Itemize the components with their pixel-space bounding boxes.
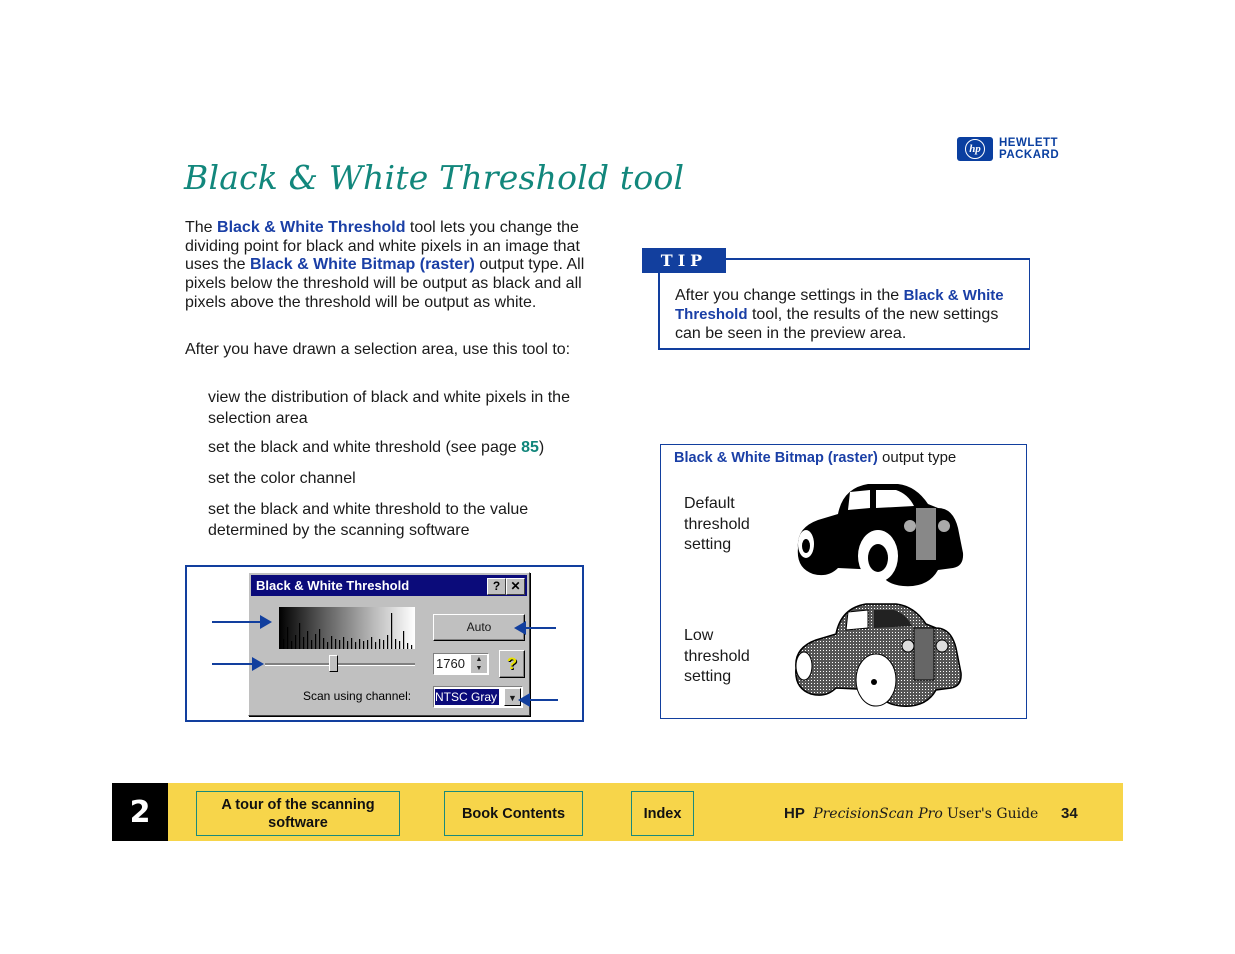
histogram-bar [375,642,377,649]
histogram-bar [319,629,321,649]
histogram-bar [403,631,405,649]
callout-arrow-auto [514,621,556,635]
histogram-bar [407,643,409,649]
histogram-bar [283,639,285,649]
chapter-number: 2 [112,783,168,841]
histogram-bar [363,641,365,649]
histogram-bar [379,639,381,649]
histogram-bar [307,631,309,649]
histogram-bar [287,627,289,649]
threshold-slider-thumb[interactable] [328,655,338,672]
list-item: view the distribution of black and white… [208,389,570,427]
channel-select[interactable]: NTSC Gray ▼ [433,686,523,708]
guide-title: HP PrecisionScan Pro User's Guide [784,805,1039,822]
close-icon[interactable]: ✕ [506,578,525,595]
histogram-bar [331,636,333,649]
page-link-85[interactable]: 85 [521,439,539,456]
histogram-bar [355,642,357,649]
channel-label: Scan using channel: [303,689,412,703]
histogram-bar [351,638,353,649]
histogram-bar [291,641,293,649]
histogram [279,607,415,649]
dialog-title-bar: Black & White Threshold ? ✕ [251,575,527,596]
bw-threshold-dialog: Black & White Threshold ? ✕ Auto 1760 ▲ … [248,572,530,716]
hp-logo-text: HEWLETT PACKARD [999,137,1060,161]
threshold-spinner[interactable]: ▲ ▼ [471,655,487,673]
list-item: set the black and white threshold to the… [208,501,529,539]
histogram-bar [279,619,281,649]
callout-arrow-histogram [212,615,272,629]
histogram-bar [295,635,297,649]
histogram-bar [391,613,393,649]
sample-heading: Black & White Bitmap (raster) output typ… [674,449,957,466]
tip-label: TIP [642,248,726,273]
histogram-bar [339,640,341,649]
car-default-threshold-image [797,484,964,587]
threshold-value-field[interactable]: 1760 ▲ ▼ [433,653,489,675]
link-bw-threshold[interactable]: Black & White Threshold [217,219,405,236]
histogram-bar [359,639,361,649]
lead-paragraph: After you have drawn a selection area, u… [185,341,571,358]
car-low-threshold-image [795,603,962,707]
link-bw-bitmap[interactable]: Black & White Bitmap (raster) [250,256,475,273]
histogram-bar [311,640,313,649]
callout-arrow-slider [212,657,264,671]
histogram-bar [299,623,301,649]
histogram-bar [323,638,325,649]
histogram-bar [387,635,389,649]
help-icon[interactable]: ? [487,578,506,595]
nav-chapter-button[interactable]: A tour of the scanning software [196,791,400,836]
nav-book-contents-button[interactable]: Book Contents [444,791,583,836]
histogram-bar [399,641,401,649]
link-bw-bitmap-sample[interactable]: Black & White Bitmap (raster) [674,450,878,466]
histogram-bar [395,639,397,649]
spin-up-icon[interactable]: ▲ [471,655,487,664]
histogram-bar [411,645,413,649]
spin-down-icon[interactable]: ▼ [471,664,487,673]
list-item: set the black and white threshold (see p… [208,439,545,456]
low-threshold-label: Low threshold setting [684,627,750,685]
histogram-bar [303,637,305,649]
callout-arrow-channel [518,693,558,707]
histogram-bar [327,642,329,649]
auto-button[interactable]: Auto [433,614,525,641]
channel-value: NTSC Gray [435,689,499,705]
page-number: 34 [1061,805,1078,822]
page-title: Black & White Threshold tool [184,158,685,197]
histogram-bar [315,634,317,649]
histogram-bar [347,641,349,649]
hp-logo-icon: hp [957,137,993,161]
histogram-bar [367,640,369,649]
histogram-bar [383,640,385,649]
histogram-bar [371,637,373,649]
default-threshold-label: Default threshold setting [684,495,750,553]
help-question-button[interactable]: ? [499,650,525,678]
nav-index-button[interactable]: Index [631,791,694,836]
histogram-bar [335,639,337,649]
histogram-bar [343,637,345,649]
histogram-bars [279,613,413,649]
threshold-slider-track[interactable] [265,663,415,666]
list-item: set the color channel [208,470,356,487]
intro-paragraph: The Black & White Threshold tool lets yo… [185,219,585,311]
hp-logo: hp HEWLETT PACKARD [957,137,1059,161]
tip-text: After you change settings in the Black &… [675,287,1004,342]
